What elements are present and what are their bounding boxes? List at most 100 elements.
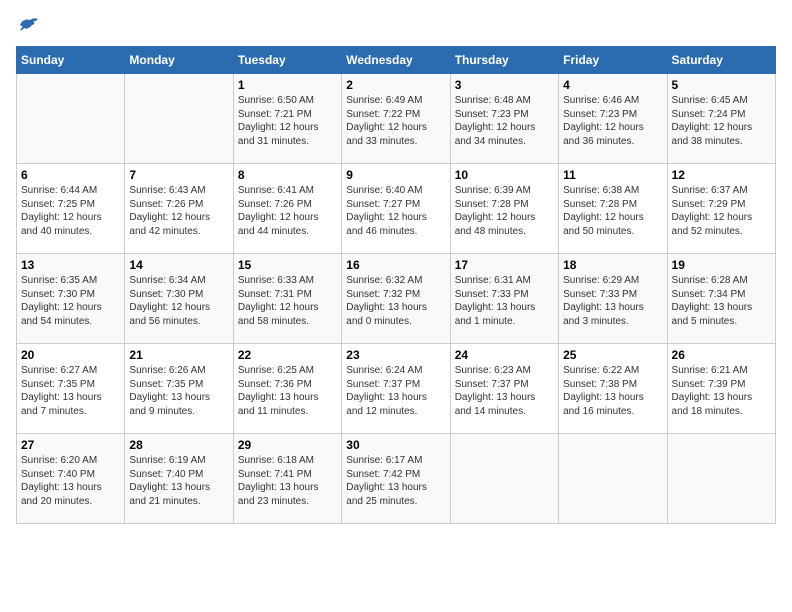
day-number: 19 — [672, 258, 771, 272]
day-number: 2 — [346, 78, 445, 92]
day-number: 27 — [21, 438, 120, 452]
day-info: Sunrise: 6:35 AM Sunset: 7:30 PM Dayligh… — [21, 274, 120, 328]
day-cell — [17, 74, 125, 164]
day-number: 17 — [455, 258, 554, 272]
day-number: 29 — [238, 438, 337, 452]
day-info: Sunrise: 6:41 AM Sunset: 7:26 PM Dayligh… — [238, 184, 337, 238]
day-info: Sunrise: 6:23 AM Sunset: 7:37 PM Dayligh… — [455, 364, 554, 418]
day-info: Sunrise: 6:24 AM Sunset: 7:37 PM Dayligh… — [346, 364, 445, 418]
day-number: 8 — [238, 168, 337, 182]
day-cell: 19 Sunrise: 6:28 AM Sunset: 7:34 PM Dayli… — [667, 254, 775, 344]
day-info: Sunrise: 6:44 AM Sunset: 7:25 PM Dayligh… — [21, 184, 120, 238]
day-cell: 5 Sunrise: 6:45 AM Sunset: 7:24 PM Daylig… — [667, 74, 775, 164]
day-info: Sunrise: 6:48 AM Sunset: 7:23 PM Dayligh… — [455, 94, 554, 148]
day-info: Sunrise: 6:18 AM Sunset: 7:41 PM Dayligh… — [238, 454, 337, 508]
logo-icon — [16, 16, 40, 34]
day-number: 5 — [672, 78, 771, 92]
day-info: Sunrise: 6:39 AM Sunset: 7:28 PM Dayligh… — [455, 184, 554, 238]
logo-bird-icon — [18, 16, 40, 34]
week-row-4: 27 Sunrise: 6:20 AM Sunset: 7:40 PM Dayli… — [17, 434, 776, 524]
day-cell — [667, 434, 775, 524]
header-saturday: Saturday — [667, 47, 775, 74]
day-cell: 11 Sunrise: 6:38 AM Sunset: 7:28 PM Dayli… — [559, 164, 667, 254]
day-cell — [125, 74, 233, 164]
day-cell: 27 Sunrise: 6:20 AM Sunset: 7:40 PM Dayli… — [17, 434, 125, 524]
day-number: 3 — [455, 78, 554, 92]
week-row-2: 13Sunrise: 6:35 AM Sunset: 7:30 PM Dayli… — [17, 254, 776, 344]
day-info: Sunrise: 6:37 AM Sunset: 7:29 PM Dayligh… — [672, 184, 771, 238]
day-info: Sunrise: 6:26 AM Sunset: 7:35 PM Dayligh… — [129, 364, 228, 418]
day-number: 14 — [129, 258, 228, 272]
day-cell: 10 Sunrise: 6:39 AM Sunset: 7:28 PM Dayli… — [450, 164, 558, 254]
day-number: 23 — [346, 348, 445, 362]
day-cell: 25 Sunrise: 6:22 AM Sunset: 7:38 PM Dayli… — [559, 344, 667, 434]
day-number: 24 — [455, 348, 554, 362]
day-info: Sunrise: 6:25 AM Sunset: 7:36 PM Dayligh… — [238, 364, 337, 418]
day-cell: 18 Sunrise: 6:29 AM Sunset: 7:33 PM Dayli… — [559, 254, 667, 344]
day-cell: 28 Sunrise: 6:19 AM Sunset: 7:40 PM Dayli… — [125, 434, 233, 524]
day-number: 11 — [563, 168, 662, 182]
day-cell: 4 Sunrise: 6:46 AM Sunset: 7:23 PM Daylig… — [559, 74, 667, 164]
day-cell: 16 Sunrise: 6:32 AM Sunset: 7:32 PM Dayli… — [342, 254, 450, 344]
day-number: 16 — [346, 258, 445, 272]
header-friday: Friday — [559, 47, 667, 74]
day-info: Sunrise: 6:43 AM Sunset: 7:26 PM Dayligh… — [129, 184, 228, 238]
day-cell: 23 Sunrise: 6:24 AM Sunset: 7:37 PM Dayli… — [342, 344, 450, 434]
day-cell: 13Sunrise: 6:35 AM Sunset: 7:30 PM Dayli… — [17, 254, 125, 344]
day-info: Sunrise: 6:17 AM Sunset: 7:42 PM Dayligh… — [346, 454, 445, 508]
page-header — [16, 16, 776, 34]
day-info: Sunrise: 6:32 AM Sunset: 7:32 PM Dayligh… — [346, 274, 445, 328]
day-cell: 2Sunrise: 6:49 AM Sunset: 7:22 PM Daylig… — [342, 74, 450, 164]
day-cell: 7 Sunrise: 6:43 AM Sunset: 7:26 PM Daylig… — [125, 164, 233, 254]
day-cell: 30 Sunrise: 6:17 AM Sunset: 7:42 PM Dayli… — [342, 434, 450, 524]
header-sunday: Sunday — [17, 47, 125, 74]
day-info: Sunrise: 6:28 AM Sunset: 7:34 PM Dayligh… — [672, 274, 771, 328]
header-wednesday: Wednesday — [342, 47, 450, 74]
day-cell: 17 Sunrise: 6:31 AM Sunset: 7:33 PM Dayli… — [450, 254, 558, 344]
day-number: 22 — [238, 348, 337, 362]
day-cell: 3 Sunrise: 6:48 AM Sunset: 7:23 PM Daylig… — [450, 74, 558, 164]
day-number: 18 — [563, 258, 662, 272]
header-monday: Monday — [125, 47, 233, 74]
day-info: Sunrise: 6:31 AM Sunset: 7:33 PM Dayligh… — [455, 274, 554, 328]
day-number: 25 — [563, 348, 662, 362]
day-info: Sunrise: 6:22 AM Sunset: 7:38 PM Dayligh… — [563, 364, 662, 418]
day-cell: 9Sunrise: 6:40 AM Sunset: 7:27 PM Daylig… — [342, 164, 450, 254]
day-cell: 15 Sunrise: 6:33 AM Sunset: 7:31 PM Dayli… — [233, 254, 341, 344]
day-cell: 24 Sunrise: 6:23 AM Sunset: 7:37 PM Dayli… — [450, 344, 558, 434]
week-row-1: 6 Sunrise: 6:44 AM Sunset: 7:25 PM Daylig… — [17, 164, 776, 254]
day-info: Sunrise: 6:19 AM Sunset: 7:40 PM Dayligh… — [129, 454, 228, 508]
day-info: Sunrise: 6:33 AM Sunset: 7:31 PM Dayligh… — [238, 274, 337, 328]
day-info: Sunrise: 6:50 AM Sunset: 7:21 PM Dayligh… — [238, 94, 337, 148]
day-cell: 12 Sunrise: 6:37 AM Sunset: 7:29 PM Dayli… — [667, 164, 775, 254]
day-number: 7 — [129, 168, 228, 182]
day-info: Sunrise: 6:20 AM Sunset: 7:40 PM Dayligh… — [21, 454, 120, 508]
day-info: Sunrise: 6:45 AM Sunset: 7:24 PM Dayligh… — [672, 94, 771, 148]
day-cell: 14 Sunrise: 6:34 AM Sunset: 7:30 PM Dayli… — [125, 254, 233, 344]
day-cell — [559, 434, 667, 524]
day-number: 9 — [346, 168, 445, 182]
day-number: 28 — [129, 438, 228, 452]
day-number: 15 — [238, 258, 337, 272]
day-info: Sunrise: 6:38 AM Sunset: 7:28 PM Dayligh… — [563, 184, 662, 238]
header-thursday: Thursday — [450, 47, 558, 74]
day-number: 12 — [672, 168, 771, 182]
week-row-3: 20Sunrise: 6:27 AM Sunset: 7:35 PM Dayli… — [17, 344, 776, 434]
day-number: 6 — [21, 168, 120, 182]
day-number: 30 — [346, 438, 445, 452]
day-cell: 22 Sunrise: 6:25 AM Sunset: 7:36 PM Dayli… — [233, 344, 341, 434]
day-cell: 8 Sunrise: 6:41 AM Sunset: 7:26 PM Daylig… — [233, 164, 341, 254]
day-cell — [450, 434, 558, 524]
day-number: 10 — [455, 168, 554, 182]
week-row-0: 1Sunrise: 6:50 AM Sunset: 7:21 PM Daylig… — [17, 74, 776, 164]
logo-blue-row — [16, 16, 40, 34]
day-info: Sunrise: 6:21 AM Sunset: 7:39 PM Dayligh… — [672, 364, 771, 418]
day-number: 4 — [563, 78, 662, 92]
day-info: Sunrise: 6:46 AM Sunset: 7:23 PM Dayligh… — [563, 94, 662, 148]
day-cell: 21 Sunrise: 6:26 AM Sunset: 7:35 PM Dayli… — [125, 344, 233, 434]
day-cell: 1Sunrise: 6:50 AM Sunset: 7:21 PM Daylig… — [233, 74, 341, 164]
day-number: 21 — [129, 348, 228, 362]
day-info: Sunrise: 6:29 AM Sunset: 7:33 PM Dayligh… — [563, 274, 662, 328]
day-cell: 20Sunrise: 6:27 AM Sunset: 7:35 PM Dayli… — [17, 344, 125, 434]
day-info: Sunrise: 6:34 AM Sunset: 7:30 PM Dayligh… — [129, 274, 228, 328]
